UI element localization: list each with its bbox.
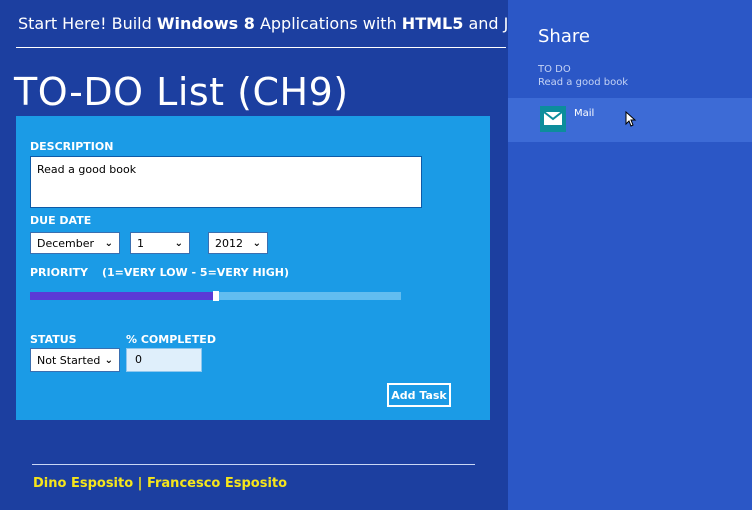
chevron-down-icon: ⌄ [252, 237, 261, 249]
percent-completed-input[interactable]: 0 [126, 348, 202, 372]
mail-icon [544, 112, 562, 125]
app-banner: Start Here! Build Windows 8 Applications… [18, 14, 508, 33]
mail-app-tile[interactable] [540, 106, 566, 132]
status-select-value: Not Started [37, 353, 101, 367]
mouse-cursor-icon [625, 111, 637, 127]
status-select[interactable]: Not Started ⌄ [30, 348, 120, 372]
add-task-button[interactable]: Add Task [387, 383, 451, 407]
year-select-value: 2012 [215, 236, 243, 250]
share-app-name: TO DO [538, 64, 571, 75]
status-label: STATUS [30, 333, 77, 346]
priority-hint: (1=VERY LOW - 5=VERY HIGH) [102, 266, 290, 279]
month-select-value: December [37, 236, 95, 250]
banner-text-2: Applications with [254, 14, 402, 33]
share-title: Share [538, 26, 590, 47]
chevron-down-icon: ⌄ [174, 237, 183, 249]
banner-divider [16, 47, 506, 48]
banner-bold-html5: HTML5 [401, 14, 464, 33]
priority-label: PRIORITY [30, 266, 89, 279]
share-item-description: Read a good book [538, 77, 629, 88]
year-select[interactable]: 2012 ⌄ [208, 232, 268, 254]
task-form-panel: DESCRIPTION Read a good book DUE DATE De… [16, 116, 490, 420]
page-title: TO-DO List (CH9) [14, 70, 349, 114]
day-select[interactable]: 1 ⌄ [130, 232, 190, 254]
day-select-value: 1 [137, 236, 144, 250]
description-label: DESCRIPTION [30, 140, 114, 153]
percent-completed-label: % COMPLETED [126, 333, 216, 346]
chevron-down-icon: ⌄ [104, 354, 113, 366]
priority-slider[interactable] [30, 291, 401, 301]
priority-slider-thumb[interactable] [213, 291, 219, 301]
banner-text-1: Start Here! Build [18, 14, 157, 33]
mail-label: Mail [574, 108, 595, 119]
footer-authors: Dino Esposito | Francesco Esposito [33, 476, 288, 491]
description-field[interactable]: Read a good book [30, 156, 422, 208]
footer-divider [32, 464, 475, 465]
priority-slider-fill [30, 292, 216, 300]
share-charm-pane: Share TO DO Read a good book Mail [508, 0, 752, 510]
banner-bold-windows: Windows 8 [156, 14, 255, 33]
month-select[interactable]: December ⌄ [30, 232, 120, 254]
app-window: Start Here! Build Windows 8 Applications… [0, 0, 508, 510]
chevron-down-icon: ⌄ [104, 237, 113, 249]
banner-text-3: and J [463, 14, 508, 33]
due-date-label: DUE DATE [30, 214, 92, 227]
